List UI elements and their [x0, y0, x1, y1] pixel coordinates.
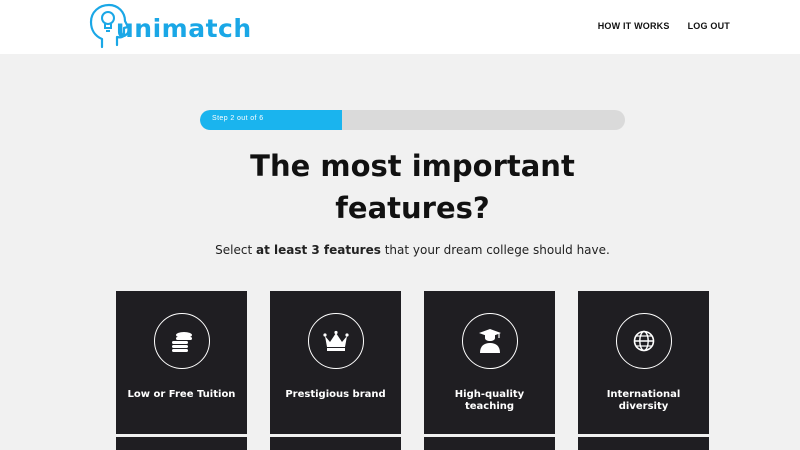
how-it-works-link[interactable]: HOW IT WORKS	[598, 21, 670, 31]
globe-icon	[633, 330, 655, 352]
feature-card-international-diversity[interactable]: International diversity	[578, 291, 709, 434]
feature-card-row2[interactable]	[116, 437, 247, 450]
page-title-line-2: features?	[335, 191, 490, 225]
feature-card-low-tuition[interactable]: Low or Free Tuition	[116, 291, 247, 434]
page-title-line-1: The most important	[250, 149, 575, 183]
instructions-text-before: Select	[215, 243, 256, 257]
feature-label: Prestigious brand	[285, 389, 386, 400]
feature-label: Low or Free Tuition	[127, 389, 236, 400]
feature-card-row2[interactable]	[578, 437, 709, 450]
feature-icon-circle	[616, 313, 672, 369]
feature-card-row2[interactable]	[424, 437, 555, 450]
crown-icon	[323, 330, 349, 351]
unimatch-logo[interactable]: unimatch	[88, 3, 258, 49]
instructions-text-bold: at least 3 features	[255, 243, 381, 257]
progress-bar: Step 2 out of 6	[200, 110, 625, 130]
graduate-icon	[479, 329, 501, 353]
instructions-text-after: that your dream college should have.	[380, 243, 610, 257]
feature-label: International diversity	[606, 389, 681, 412]
header: unimatch HOW IT WORKS LOG OUT	[0, 0, 800, 54]
page-title: The most important features?	[200, 145, 625, 229]
brand-name: unimatch	[116, 14, 252, 43]
top-nav: HOW IT WORKS LOG OUT	[598, 21, 730, 31]
feature-card-row2[interactable]	[270, 437, 401, 450]
feature-card-prestigious-brand[interactable]: Prestigious brand	[270, 291, 401, 434]
instructions-text: Select at least 3 features that your dre…	[0, 243, 800, 257]
feature-label: High-quality teaching	[454, 389, 525, 412]
progress-label: Step 2 out of 6	[212, 115, 264, 122]
feature-card-high-quality-teaching[interactable]: High-quality teaching	[424, 291, 555, 434]
log-out-link[interactable]: LOG OUT	[688, 21, 730, 31]
feature-icon-circle	[462, 313, 518, 369]
feature-icon-circle	[154, 313, 210, 369]
coins-icon	[172, 332, 192, 352]
feature-icon-circle	[308, 313, 364, 369]
